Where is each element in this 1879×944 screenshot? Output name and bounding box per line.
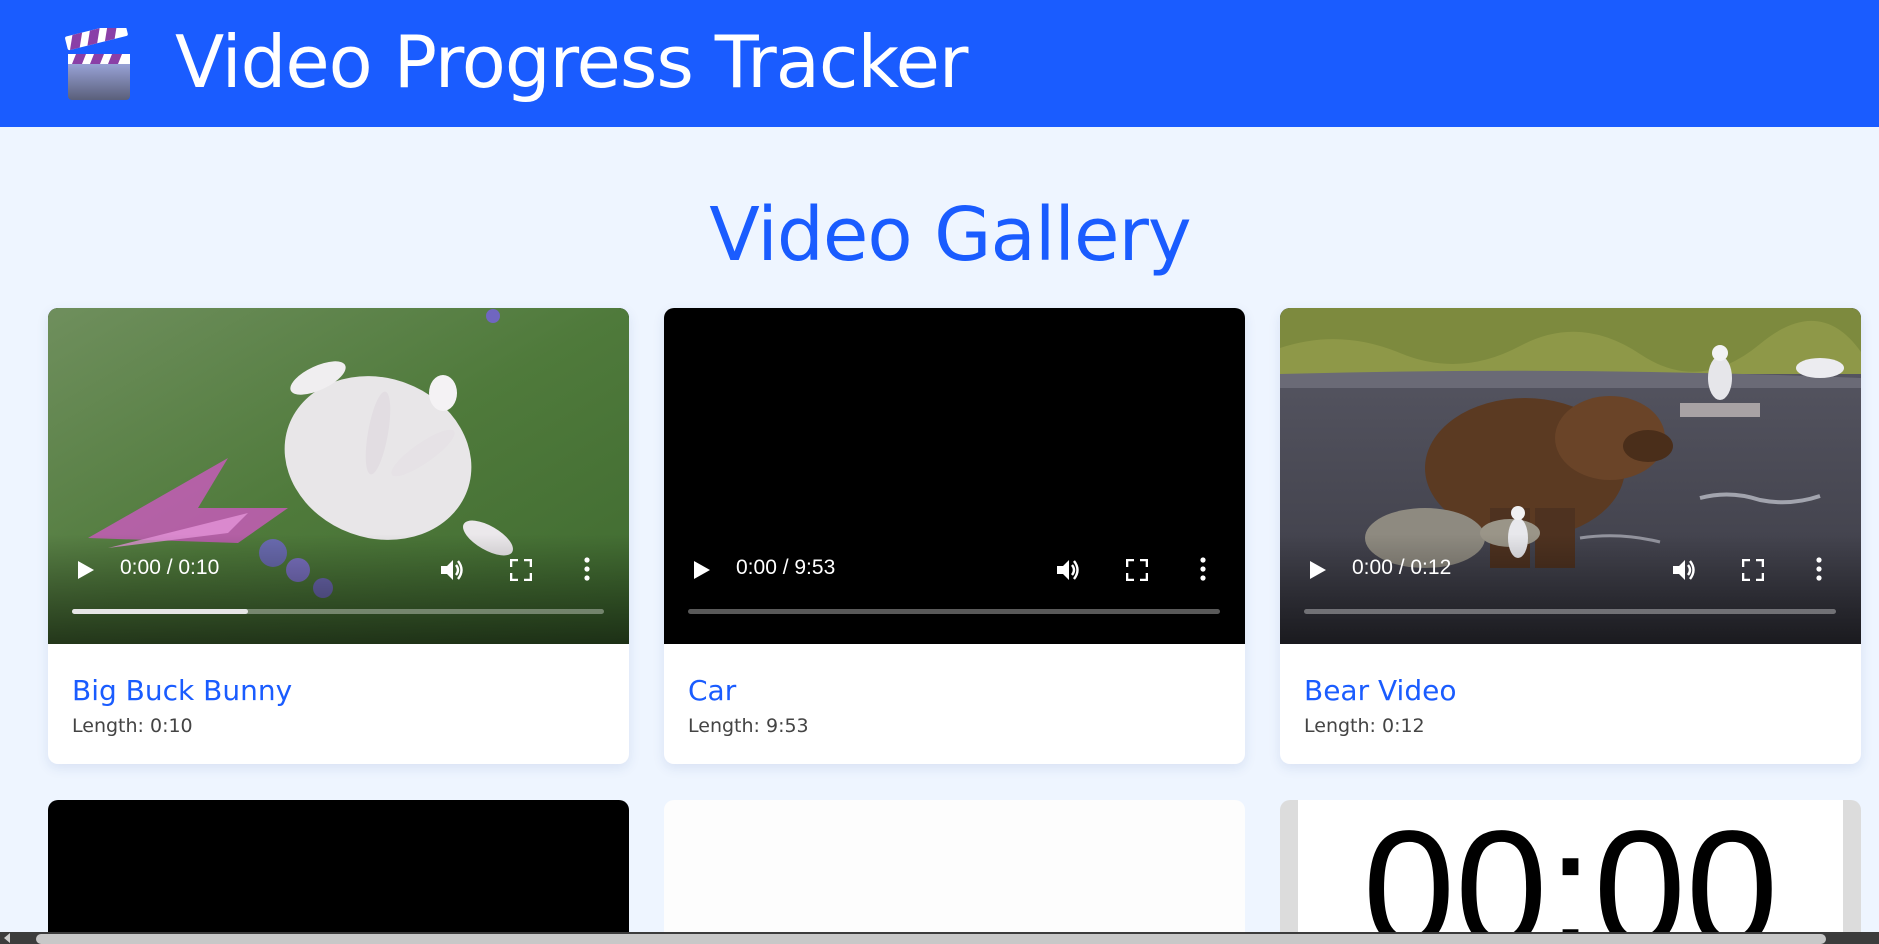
fullscreen-icon[interactable]	[1126, 559, 1148, 581]
video-controls: 0:00 / 0:10	[48, 308, 629, 644]
more-options-icon[interactable]	[1199, 556, 1207, 582]
video-controls: 0:00 / 9:53	[664, 308, 1245, 644]
video-title[interactable]: Bear Video	[1304, 674, 1837, 707]
video-length: Length: 9:53	[688, 715, 809, 737]
gallery-title: Video Gallery	[709, 192, 1191, 278]
video-player[interactable]: 0:00 / 0:12	[1280, 308, 1861, 644]
time-display: 0:00 / 0:10	[120, 556, 220, 579]
video-player[interactable]: 0:00 / 9:53	[664, 308, 1245, 644]
play-icon[interactable]	[78, 561, 94, 579]
horizontal-scrollbar[interactable]	[0, 932, 1879, 944]
app-header: Video Progress Tracker	[0, 0, 1879, 127]
volume-icon[interactable]	[439, 557, 465, 583]
clapperboard-icon	[65, 28, 130, 100]
time-display: 0:00 / 9:53	[736, 556, 836, 579]
more-options-icon[interactable]	[1815, 556, 1823, 582]
video-length: Length: 0:12	[1304, 715, 1425, 737]
video-player[interactable]: 00:00	[1280, 800, 1861, 944]
play-icon[interactable]	[1310, 561, 1326, 579]
seek-progress	[72, 609, 248, 614]
video-title[interactable]: Car	[688, 674, 1221, 707]
video-player[interactable]: 0:00 / 0:10	[48, 308, 629, 644]
fullscreen-icon[interactable]	[1742, 559, 1764, 581]
time-display: 0:00 / 0:12	[1352, 556, 1452, 579]
seek-bar[interactable]	[72, 609, 604, 614]
seek-bar[interactable]	[688, 609, 1220, 614]
volume-icon[interactable]	[1671, 557, 1697, 583]
video-player[interactable]	[664, 800, 1245, 944]
video-title[interactable]: Big Buck Bunny	[72, 674, 605, 707]
video-player[interactable]	[48, 800, 629, 944]
video-length: Length: 0:10	[72, 715, 193, 737]
video-card: 0:00 / 0:10 Big Buck Bunny Length: 0:10	[48, 308, 629, 764]
play-icon[interactable]	[694, 561, 710, 579]
timer-display: 00:00	[1362, 800, 1779, 944]
app-title: Video Progress Tracker	[175, 20, 968, 104]
video-card: 0:00 / 9:53 Car Length: 9:53	[664, 308, 1245, 764]
more-options-icon[interactable]	[583, 556, 591, 582]
volume-icon[interactable]	[1055, 557, 1081, 583]
video-card: 0:00 / 0:12 Bear Video Length: 0:12	[1280, 308, 1861, 764]
video-controls: 0:00 / 0:12	[1280, 308, 1861, 644]
scroll-left-icon[interactable]	[4, 933, 10, 943]
seek-bar[interactable]	[1304, 609, 1836, 614]
fullscreen-icon[interactable]	[510, 559, 532, 581]
scrollbar-thumb[interactable]	[36, 934, 1826, 944]
